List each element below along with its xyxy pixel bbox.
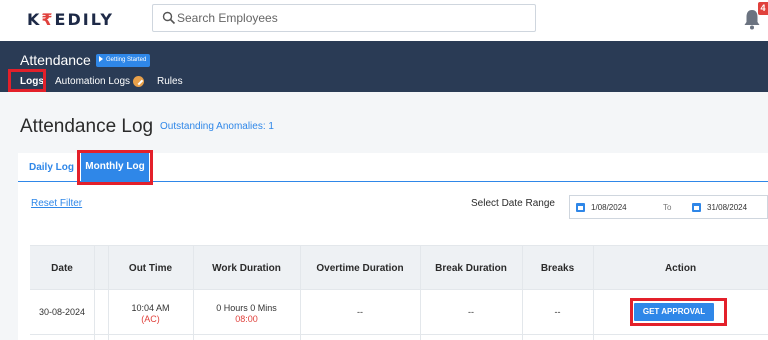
getting-started-label: Getting Started (106, 57, 147, 63)
column-header-breaks: Breaks (540, 263, 575, 274)
column-header-date: Date (51, 263, 73, 274)
tab-automation-logs[interactable]: Automation Logs (55, 76, 145, 88)
column-divider (593, 245, 594, 340)
logs-highlight-box (8, 69, 46, 92)
logo-text-prefix: K (27, 10, 42, 29)
date-range-label: Select Date Range (471, 198, 555, 209)
logo-text-suffix: EDILY (54, 10, 114, 29)
approval-highlight-box (630, 298, 727, 326)
column-header-overtime-duration: Overtime Duration (316, 263, 404, 274)
kredily-logo[interactable]: K₹EDILY (27, 10, 114, 29)
cell-overtime: -- (357, 307, 363, 317)
out-time-tag: (AC) (141, 314, 160, 324)
play-icon (99, 56, 103, 63)
tab-rules[interactable]: Rules (157, 76, 183, 87)
work-duration-sub: 08:00 (235, 314, 258, 324)
employee-search (152, 4, 536, 32)
out-time-value: 10:04 AM (131, 303, 170, 313)
from-date[interactable]: 1/08/2024 (591, 203, 627, 212)
check-badge-icon (133, 76, 145, 87)
log-tabs: Daily Log Monthly Log (18, 150, 768, 185)
column-divider (94, 245, 95, 340)
calendar-icon[interactable] (692, 203, 701, 212)
column-header-action: Action (664, 263, 697, 274)
date-range-picker[interactable]: 1/08/2024 To 31/08/2024 (569, 195, 768, 219)
to-date[interactable]: 31/08/2024 (707, 203, 747, 212)
search-icon (162, 11, 176, 25)
outstanding-anomalies-link[interactable]: Outstanding Anomalies: 1 (160, 121, 274, 132)
work-duration-value: 0 Hours 0 Mins (216, 303, 277, 313)
logo-text-accent: ₹ (41, 10, 55, 29)
search-input[interactable] (177, 9, 517, 27)
cell-date: 30-08-2024 (38, 307, 86, 317)
cell-break-duration: -- (468, 307, 474, 317)
cell-work-duration: 0 Hours 0 Mins 08:00 (193, 290, 300, 334)
tab-automation-logs-label: Automation Logs (55, 76, 131, 88)
cell-breaks: -- (554, 307, 561, 317)
module-title: Attendance (20, 52, 91, 68)
to-label: To (663, 203, 672, 212)
monthly-highlight-box (77, 150, 153, 185)
tab-daily-log[interactable]: Daily Log (29, 162, 74, 173)
top-bar: K₹EDILY 4 (0, 0, 768, 41)
column-header-out-time: Out Time (128, 263, 173, 274)
page-title: Attendance Log (20, 116, 154, 137)
column-header-break-duration: Break Duration (435, 263, 507, 274)
cell-out-time: 10:04 AM (AC) (108, 290, 193, 334)
attendance-log-card: Daily Log Monthly Log Reset Filter Selec… (18, 150, 768, 340)
reset-filter-link[interactable]: Reset Filter (31, 198, 82, 209)
row-divider (30, 334, 768, 335)
getting-started-button[interactable]: Getting Started (96, 54, 151, 67)
calendar-icon[interactable] (576, 203, 585, 212)
table-header: Date Out Time Work Duration Overtime Dur… (30, 245, 768, 290)
column-header-work-duration: Work Duration (212, 263, 281, 274)
notification-badge: 4 (758, 2, 768, 15)
attendance-table: Date Out Time Work Duration Overtime Dur… (30, 245, 768, 340)
